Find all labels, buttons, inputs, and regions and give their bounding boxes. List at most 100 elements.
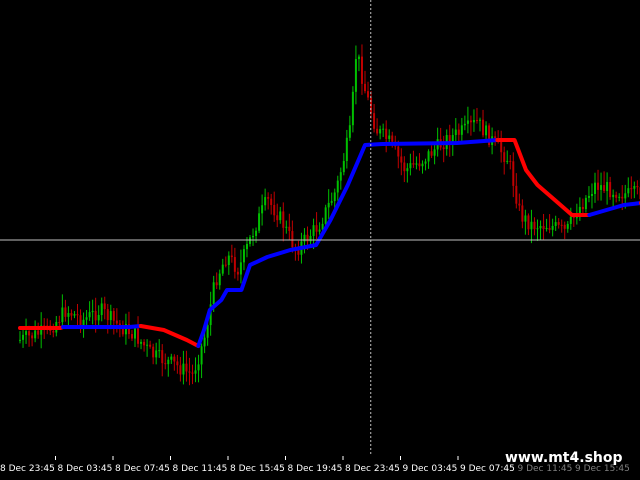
candle-body — [539, 225, 542, 229]
candle-body — [485, 125, 488, 136]
candle-body — [479, 119, 481, 121]
candle-body — [242, 249, 245, 263]
candle-body — [315, 225, 318, 232]
candle-body — [191, 372, 194, 374]
candle-body — [140, 341, 143, 344]
candle-body — [291, 231, 294, 248]
candle-body — [527, 215, 530, 230]
candle-body — [85, 317, 88, 320]
candle-body — [215, 282, 218, 286]
candle-body — [506, 160, 509, 162]
candle-body — [182, 363, 185, 375]
candle-body — [264, 197, 267, 206]
candle-body — [627, 188, 630, 194]
candle-body — [164, 363, 167, 365]
candle-body — [106, 309, 109, 321]
x-tick-label: 9 Dec 03:45 — [403, 464, 458, 474]
candle-body — [475, 120, 478, 122]
candle-body — [176, 361, 179, 366]
candle-body — [551, 225, 554, 230]
candle-body — [218, 273, 221, 286]
candle-body — [236, 271, 239, 275]
candle-body — [70, 313, 73, 316]
candle-body — [91, 310, 94, 313]
candle-body — [388, 135, 391, 139]
candle-body — [179, 365, 182, 375]
candle-body — [149, 344, 152, 347]
candle-body — [590, 194, 593, 196]
candle-body — [382, 128, 385, 130]
candle-body — [364, 83, 366, 92]
candle-body — [109, 311, 112, 321]
candle-body — [239, 262, 242, 275]
candle-body — [67, 313, 70, 317]
candle-body — [430, 151, 433, 156]
candle-body — [376, 128, 379, 134]
candle-body — [97, 315, 100, 321]
candle-body — [575, 217, 578, 219]
price-chart: 8 Dec 23:45 8 Dec 03:45 8 Dec 07:45 8 Dec 1… — [0, 0, 640, 480]
x-tick-label: 8 Dec 15:45 — [230, 464, 285, 474]
candle-body — [28, 331, 31, 336]
candle-body — [581, 206, 584, 210]
candle-body — [227, 255, 230, 265]
candle-body — [342, 160, 345, 173]
x-tick-label: 8 Dec 23:45 — [0, 464, 55, 474]
candle-body — [297, 250, 300, 255]
candle-body — [112, 311, 115, 321]
candle-body — [34, 330, 37, 339]
candle-body — [249, 237, 251, 244]
candle-body — [357, 56, 360, 60]
candle-body — [415, 163, 418, 165]
candle-body — [103, 303, 106, 310]
candle-body — [73, 314, 76, 316]
candle-body — [630, 188, 633, 190]
candle-body — [454, 129, 457, 136]
candle-body — [472, 120, 475, 123]
candle-body — [37, 330, 40, 335]
candle-body — [267, 197, 270, 199]
candle-body — [569, 216, 572, 224]
candle-body — [509, 160, 512, 162]
candle-body — [351, 91, 354, 126]
candle-body — [64, 307, 67, 317]
candle-body — [161, 350, 164, 364]
candle-body — [457, 129, 460, 135]
candle-body — [360, 56, 363, 84]
candle-body — [615, 194, 618, 198]
candle-body — [621, 196, 624, 199]
candle-body — [418, 163, 421, 167]
candle-body — [460, 125, 463, 135]
candle-body — [224, 264, 227, 266]
candle-body — [270, 198, 273, 206]
candle-body — [327, 202, 330, 208]
candle-body — [76, 314, 79, 316]
candle-body — [515, 185, 518, 204]
candle-body — [379, 129, 382, 134]
candle-body — [134, 328, 136, 339]
candle-body — [406, 168, 409, 172]
candle-body — [158, 350, 161, 352]
candle-body — [309, 235, 312, 242]
candle-body — [612, 194, 615, 198]
candle-body — [584, 197, 587, 210]
candle-body — [282, 211, 285, 228]
candle-body — [82, 319, 85, 326]
candle-body — [245, 243, 248, 250]
candle-body — [557, 222, 560, 225]
candle-body — [167, 359, 170, 365]
candle-body — [587, 195, 590, 198]
candle-body — [137, 328, 140, 344]
candle-body — [336, 180, 339, 193]
candle-body — [560, 224, 563, 226]
candle-body — [609, 182, 612, 198]
candle-body — [155, 350, 158, 358]
candle-body — [230, 255, 233, 258]
candle-body — [255, 230, 258, 236]
candle-body — [566, 223, 569, 229]
x-tick-label: 8 Dec 19:45 — [288, 464, 343, 474]
candle-body — [548, 227, 551, 230]
candle-body — [288, 226, 291, 232]
candle-body — [173, 356, 176, 362]
candle-body — [385, 128, 388, 139]
